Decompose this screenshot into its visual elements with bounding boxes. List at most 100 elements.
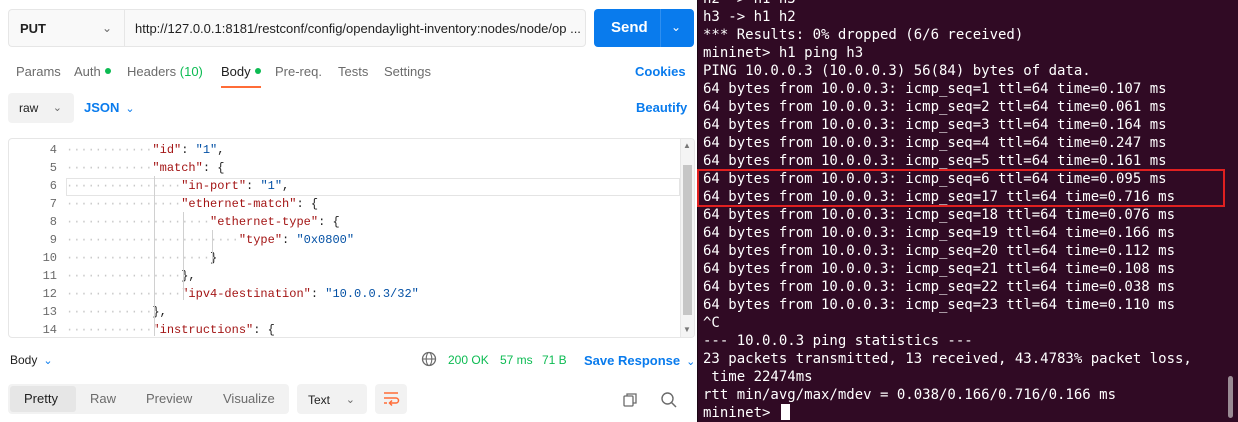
terminal-line-text: 64 bytes from 10.0.0.3: icmp_seq=2 ttl=6… [703,99,1167,115]
code-line: ················"ipv4-destination": "10.… [66,287,419,301]
code-line: ············"id": "1", [66,143,224,157]
tab-body-label: Body [221,64,251,79]
send-label: Send [611,19,648,36]
terminal-line: 64 bytes from 10.0.0.3: icmp_seq=21 ttl=… [703,260,1175,278]
line-number: 8 [49,215,57,229]
tab-auth[interactable]: Auth [74,64,111,79]
terminal-line: time 22474ms [703,368,813,386]
code-token-key: "ethernet-match" [181,197,297,211]
tab-visualize[interactable]: Visualize [223,391,275,406]
tab-pretty[interactable]: Pretty [24,391,58,406]
status-badge[interactable]: 200 OK [448,353,489,367]
terminal-line: 64 bytes from 10.0.0.3: icmp_seq=1 ttl=6… [703,80,1167,98]
terminal-window[interactable]: h2 -> h1 h3 h3 -> h1 h2 *** Results: 0% dr… [697,0,1238,422]
tab-preview[interactable]: Preview [146,391,192,406]
terminal-line-text: time 22474ms [703,369,813,385]
terminal-line-text: *** Results: 0% dropped (6/6 received) [703,27,1024,43]
cookies-link[interactable]: Cookies [635,64,686,79]
code-token-key: "type" [238,233,283,247]
code-token-key: "ethernet-type" [210,215,319,229]
globe-icon[interactable] [421,351,437,367]
terminal-line: PING 10.0.0.3 (10.0.0.3) 56(84) bytes of… [703,62,1091,80]
tab-raw[interactable]: Raw [90,391,116,406]
code-token-sep: : [253,323,268,337]
response-time[interactable]: 57 ms [500,353,533,367]
terminal-line-text: 64 bytes from 10.0.0.3: icmp_seq=3 ttl=6… [703,117,1167,133]
terminal-line: mininet> h1 ping h3 [703,44,863,62]
terminal-line: *** Results: 0% dropped (6/6 received) [703,26,1023,44]
editor-scrollbar[interactable]: ▲ ▼ [680,139,694,337]
send-divider [660,9,661,47]
response-format-select[interactable]: Text ⌄ [297,384,367,414]
tab-body[interactable]: Body [221,64,261,79]
indent-guide: ···················· [66,215,211,229]
method-select[interactable]: PUT ⌄ [8,9,124,47]
wrap-lines-icon [384,392,400,407]
terminal-cursor [780,404,790,420]
method-label: PUT [20,20,46,36]
code-token-sep: : [202,161,218,175]
code-token-sep: : [246,179,261,193]
code-editor[interactable]: 4 5 6 7 8 9 10 11 12 13 14 ············"id": "1", ·… [8,138,695,338]
code-area[interactable]: ············"id": "1", ············"match… [66,139,680,337]
api-client-panel: PUT ⌄ http://127.0.0.1:8181/restconf/con… [0,0,697,422]
code-token-sep: : [181,143,196,157]
tab-prereq[interactable]: Pre-req. [275,64,322,79]
terminal-line-text: PING 10.0.0.3 (10.0.0.3) 56(84) bytes of… [703,63,1091,79]
terminal-scrollbar[interactable] [1228,376,1233,418]
scrollbar-thumb[interactable] [683,165,692,315]
format-select[interactable]: JSON ⌄ [84,100,135,115]
terminal-line-text: 64 bytes from 10.0.0.3: icmp_seq=23 ttl=… [703,297,1176,313]
save-response-button[interactable]: Save Response ⌄ [584,353,695,368]
indent-guide: ················ [66,197,182,211]
line-number: 9 [49,233,57,247]
response-size[interactable]: 71 B [542,353,567,367]
terminal-line-text: 64 bytes from 10.0.0.3: icmp_seq=4 ttl=6… [703,135,1167,151]
tab-params[interactable]: Params [16,64,61,79]
line-number: 12 [42,287,57,301]
chevron-down-icon: ⌄ [52,102,62,114]
scroll-down-icon[interactable]: ▼ [683,325,691,334]
indent-guide: ············ [66,161,153,175]
code-token-sep: : [318,215,333,229]
tab-headers[interactable]: Headers (10) [127,64,203,79]
response-format-label: Text [308,393,331,407]
code-token-val: "10.0.0.3/32" [325,287,419,301]
code-token-val: "1" [195,143,218,157]
code-token-tail: { [217,161,225,175]
code-token-key: "id" [152,143,182,157]
chevron-down-icon: ⌄ [125,103,135,115]
indent-guide-line [212,230,213,264]
chevron-down-icon: ⌄ [686,356,696,368]
terminal-line: rtt min/avg/max/mdev = 0.038/0.166/0.716… [703,386,1116,404]
indent-guide: ············ [66,323,153,337]
chevron-down-icon[interactable]: ⌄ [671,20,681,34]
indent-guide-line [154,176,156,336]
code-line: ························"type": "0x0800" [66,233,354,247]
body-mode-select[interactable]: raw ⌄ [8,93,74,123]
copy-icon[interactable] [621,391,639,409]
tab-auth-label: Auth [74,64,101,79]
tab-tests[interactable]: Tests [338,64,368,79]
code-line: ····················"ethernet-type": { [66,215,340,229]
scroll-up-icon[interactable]: ▲ [683,141,691,150]
code-line: ················}, [66,269,196,283]
format-label: JSON [84,100,120,115]
tab-settings[interactable]: Settings [384,64,431,79]
response-body-select[interactable]: Body ⌄ [10,353,53,367]
line-number-gutter: 4 5 6 7 8 9 10 11 12 13 14 [9,139,65,337]
beautify-link[interactable]: Beautify [636,100,687,115]
url-input[interactable]: http://127.0.0.1:8181/restconf/config/op… [124,9,586,47]
code-token-key: "ipv4-destination" [181,287,311,301]
terminal-line: 64 bytes from 10.0.0.3: icmp_seq=18 ttl=… [703,206,1175,224]
line-number: 10 [42,251,57,265]
terminal-line-text: 64 bytes from 10.0.0.3: icmp_seq=1 ttl=6… [703,81,1167,97]
terminal-line: 64 bytes from 10.0.0.3: icmp_seq=2 ttl=6… [703,98,1167,116]
terminal-line-text: mininet> [703,405,779,421]
wrap-lines-button[interactable] [375,384,407,414]
search-icon[interactable] [660,391,678,409]
send-button[interactable]: Send ⌄ [594,9,694,47]
code-token-val: "0x0800" [296,233,355,247]
tab-headers-label: Headers [127,64,177,79]
indent-guide: ············ [66,305,153,319]
